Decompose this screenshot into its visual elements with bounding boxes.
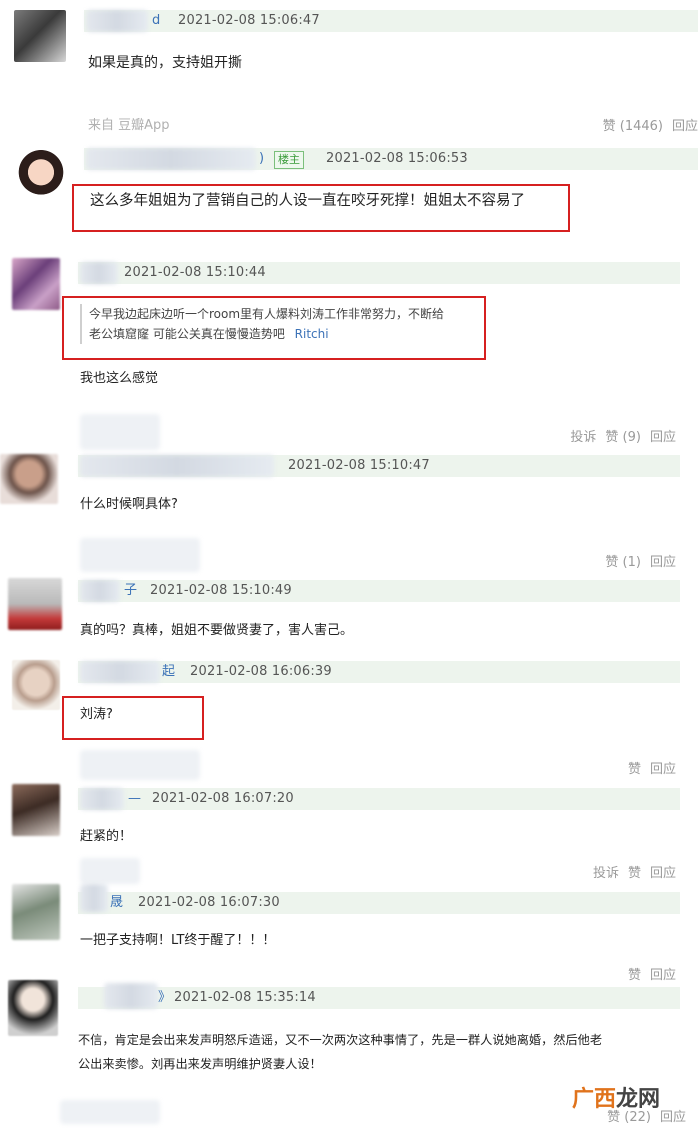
- timestamp: 2021-02-08 15:35:14: [174, 990, 316, 1005]
- quote-text-line-1: 今早我边起床边听一个room里有人爆料刘涛工作非常努力，不断给: [89, 307, 445, 321]
- username-blurred[interactable]: [80, 262, 118, 284]
- timestamp: 2021-02-08 15:10:47: [288, 458, 430, 473]
- avatar[interactable]: [0, 454, 58, 504]
- like-button[interactable]: 赞: [628, 866, 641, 881]
- quote-username[interactable]: Ritchi: [295, 327, 329, 341]
- comment-text: 什么时候啊具体?: [80, 497, 178, 512]
- comment-text: 刘涛?: [80, 707, 113, 722]
- avatar[interactable]: [8, 578, 62, 630]
- reply-button[interactable]: 回应: [650, 762, 676, 777]
- source-label: 来自 豆瓣App: [88, 118, 170, 133]
- blurred-area: [80, 538, 200, 572]
- username-blurred[interactable]: [86, 10, 148, 32]
- comment-text: 赶紧的！: [80, 829, 133, 844]
- username[interactable]: 起: [162, 661, 175, 683]
- like-button[interactable]: 赞 (1): [605, 555, 641, 570]
- quote-text-line-2: 老公填窟窿 可能公关真在慢慢造势吧 Ritchi: [89, 324, 444, 344]
- timestamp: 2021-02-08 15:10:44: [124, 265, 266, 280]
- comment-actions: 赞 (1) 回应: [596, 553, 676, 573]
- username-blurred[interactable]: [80, 455, 274, 477]
- blurred-area: [80, 414, 160, 450]
- like-button[interactable]: 赞 (1446): [603, 119, 663, 134]
- comment-header: [84, 10, 698, 32]
- op-badge: 楼主: [274, 151, 304, 169]
- like-button[interactable]: 赞: [628, 968, 641, 983]
- reply-button[interactable]: 回应: [660, 1110, 686, 1125]
- blurred-area: [80, 750, 200, 780]
- username-blurred[interactable]: [86, 148, 256, 170]
- timestamp: 2021-02-08 15:06:47: [178, 13, 320, 28]
- username-blurred[interactable]: [104, 983, 158, 1009]
- like-button[interactable]: 赞: [628, 762, 641, 777]
- watermark-part-1: 广西: [572, 1087, 617, 1112]
- reply-button[interactable]: 回应: [650, 866, 676, 881]
- comment-text: 我也这么感觉: [80, 371, 159, 386]
- avatar[interactable]: [14, 148, 68, 202]
- site-watermark: 广西龙网: [572, 1086, 660, 1114]
- username-blurred[interactable]: [80, 580, 120, 602]
- comment-actions: 赞回应: [619, 760, 676, 780]
- avatar[interactable]: [14, 10, 66, 62]
- comment-actions: 投诉赞 (9) 回应: [561, 428, 676, 448]
- avatar[interactable]: [12, 660, 60, 710]
- avatar[interactable]: [12, 258, 60, 310]
- quote-text: 老公填窟窿 可能公关真在慢慢造势吧: [89, 327, 285, 341]
- avatar[interactable]: [8, 980, 58, 1036]
- username-blurred[interactable]: [80, 884, 108, 912]
- avatar[interactable]: [12, 884, 60, 940]
- timestamp: 2021-02-08 15:06:53: [326, 151, 468, 166]
- reply-button[interactable]: 回应: [672, 119, 698, 134]
- username[interactable]: ): [259, 148, 264, 170]
- comment-text: 这么多年姐姐为了营销自己的人设一直在咬牙死撑！姐姐太不容易了: [90, 193, 525, 209]
- comment-text: 如果是真的，支持姐开撕: [88, 55, 242, 71]
- username-blurred[interactable]: [80, 788, 124, 810]
- reply-button[interactable]: 回应: [650, 555, 676, 570]
- username-blurred[interactable]: [80, 661, 160, 683]
- username[interactable]: 晟: [110, 892, 123, 914]
- timestamp: 2021-02-08 16:06:39: [190, 664, 332, 679]
- username[interactable]: d: [152, 10, 160, 32]
- username[interactable]: —: [128, 788, 141, 810]
- username[interactable]: 》: [158, 987, 171, 1009]
- timestamp: 2021-02-08 16:07:20: [152, 791, 294, 806]
- comment-actions: 赞 (1446) 回应: [594, 117, 698, 137]
- report-button[interactable]: 投诉: [593, 866, 619, 881]
- like-button[interactable]: 赞 (9): [605, 430, 641, 445]
- timestamp: 2021-02-08 16:07:30: [138, 895, 280, 910]
- comment-text: 真的吗？真棒，姐姐不要做贤妻了，害人害己。: [80, 623, 354, 638]
- timestamp: 2021-02-08 15:10:49: [150, 583, 292, 598]
- comment-actions: 投诉赞回应: [584, 864, 676, 884]
- quoted-reply: 今早我边起床边听一个room里有人爆料刘涛工作非常努力，不断给 老公填窟窿 可能…: [80, 304, 444, 344]
- avatar[interactable]: [12, 784, 60, 836]
- comment-text: 一把子支持啊！LT终于醒了！！！: [80, 933, 276, 948]
- comment-actions: 赞回应: [619, 966, 676, 986]
- reply-button[interactable]: 回应: [650, 968, 676, 983]
- blurred-area: [80, 858, 140, 884]
- username[interactable]: 子: [124, 580, 137, 602]
- blurred-area: [60, 1100, 160, 1124]
- comment-text: 不信，肯定是会出来发声明怒斥造谣，又不一次两次这种事情了，先是一群人说她离婚，然…: [78, 1028, 602, 1076]
- comment-text-line-2: 公出来卖惨。刘再出来发声明维护贤妻人设！: [78, 1057, 322, 1071]
- report-button[interactable]: 投诉: [570, 430, 596, 445]
- comment-text-line-1: 不信，肯定是会出来发声明怒斥造谣，又不一次两次这种事情了，先是一群人说她离婚，然…: [78, 1033, 603, 1047]
- watermark-part-2: 龙网: [616, 1087, 661, 1112]
- reply-button[interactable]: 回应: [650, 430, 676, 445]
